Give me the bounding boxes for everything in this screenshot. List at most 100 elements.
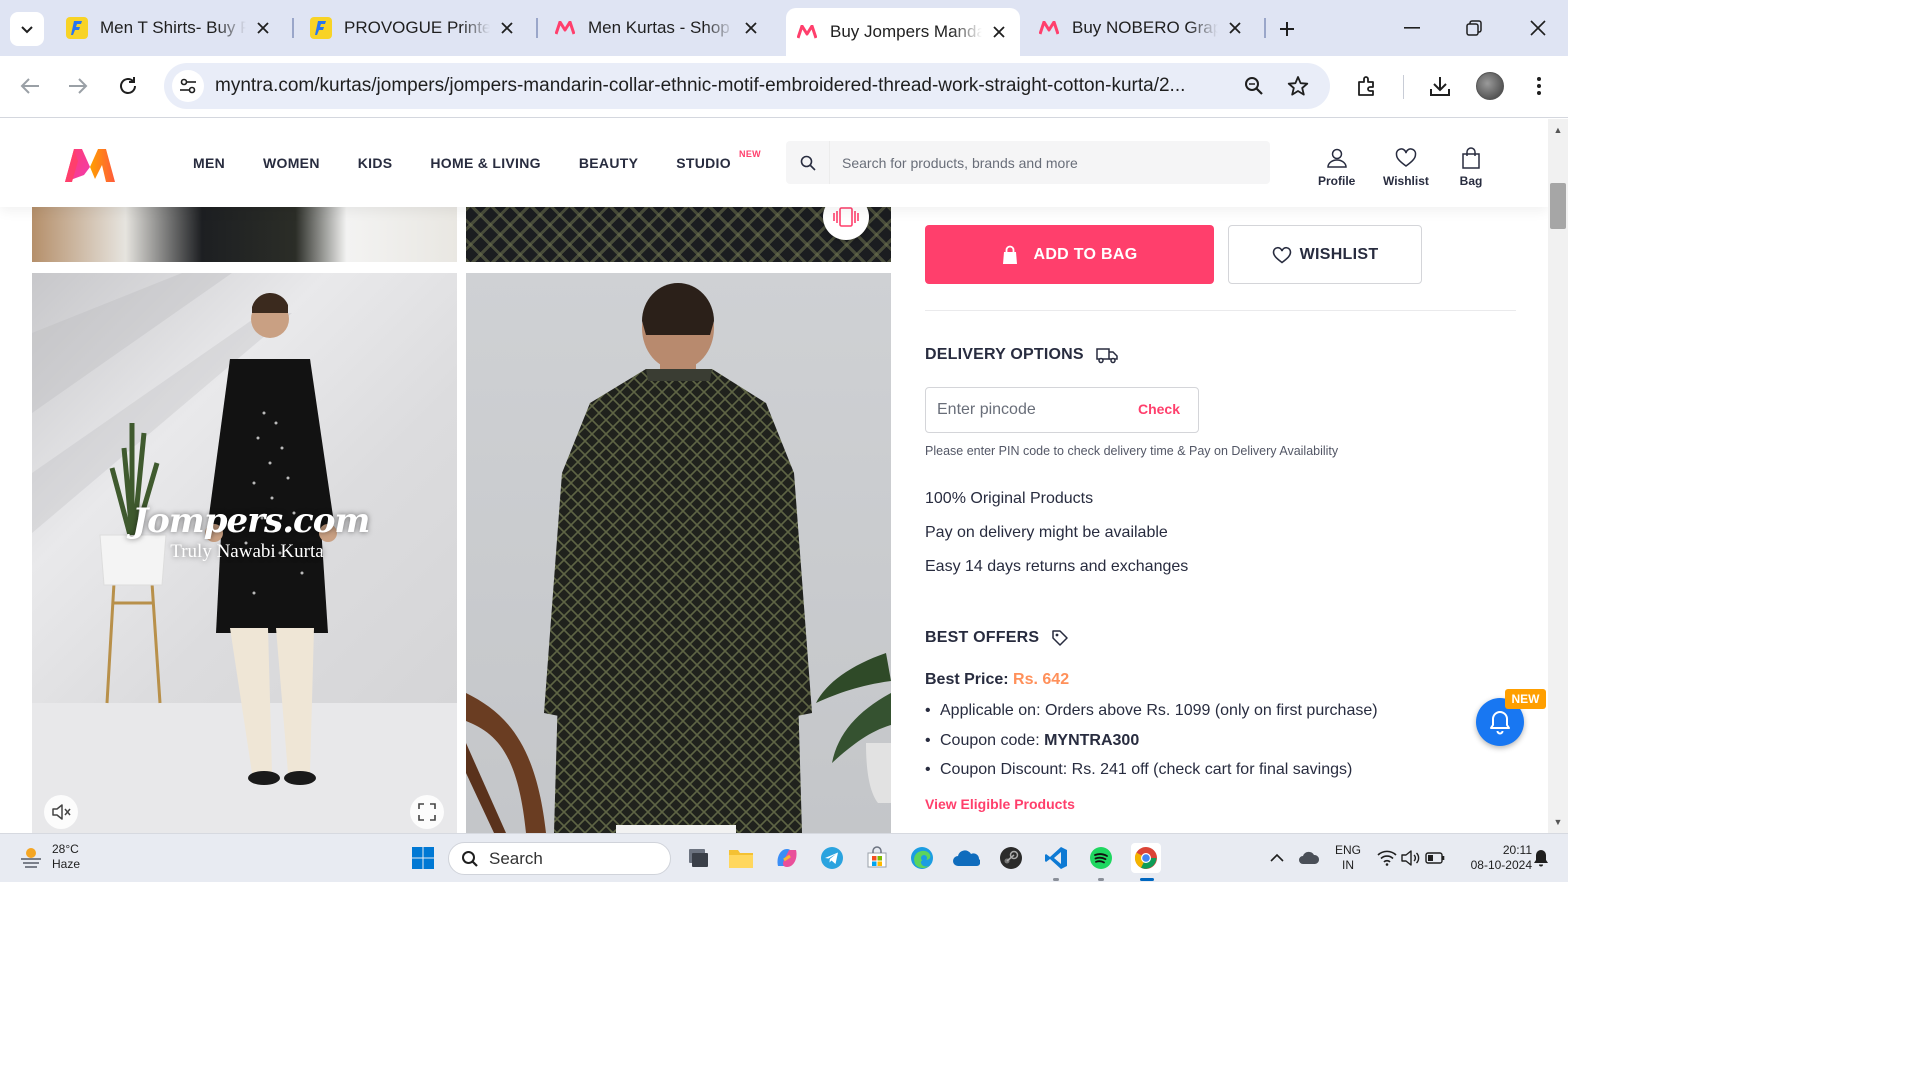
- telegram-icon[interactable]: [817, 843, 847, 873]
- wishlist-header-button[interactable]: Wishlist: [1383, 147, 1429, 188]
- vscode-icon[interactable]: [1041, 843, 1071, 873]
- list-item: • Coupon Discount: Rs. 241 off (check car…: [925, 761, 1353, 778]
- heart-icon: [1272, 246, 1292, 264]
- mute-button[interactable]: [44, 795, 78, 829]
- bookmark-star-icon[interactable]: [1286, 74, 1310, 98]
- new-tab-button[interactable]: [1272, 14, 1302, 44]
- tag-icon: [1051, 629, 1069, 647]
- notification-icon[interactable]: [1526, 843, 1556, 873]
- tab-men-kurtas[interactable]: Men Kurtas - Shop Online: [544, 8, 772, 48]
- arrow-left-icon: [20, 78, 39, 94]
- task-view-icon[interactable]: [683, 843, 713, 873]
- search-icon[interactable]: [786, 141, 830, 184]
- chrome-icon[interactable]: [1131, 843, 1161, 873]
- arrow-right-icon: [69, 78, 88, 94]
- product-image-1[interactable]: [32, 199, 457, 262]
- taskbar-search[interactable]: Search: [448, 842, 671, 875]
- nav-studio[interactable]: STUDIO NEW: [676, 149, 760, 171]
- close-tab-icon[interactable]: [252, 17, 274, 39]
- delivery-options-heading: DELIVERY OPTIONS: [925, 346, 1118, 364]
- steam-icon[interactable]: [996, 843, 1026, 873]
- close-tab-icon[interactable]: [988, 21, 1010, 43]
- running-indicator: [1098, 878, 1104, 881]
- wishlist-button[interactable]: WISHLIST: [1228, 225, 1422, 284]
- address-bar[interactable]: myntra.com/kurtas/jompers/jompers-mandar…: [164, 63, 1330, 109]
- tab-men-tshirts[interactable]: Men T Shirts- Buy Products Online: [56, 8, 284, 48]
- site-header: MEN WOMEN KIDS HOME & LIVING BEAUTY STUD…: [0, 119, 1548, 207]
- nav-men[interactable]: MEN: [193, 155, 225, 171]
- add-to-bag-button[interactable]: ADD TO BAG: [925, 225, 1214, 284]
- forward-button[interactable]: [61, 69, 95, 103]
- reload-icon: [120, 77, 136, 94]
- search-icon: [462, 850, 478, 867]
- profile-avatar[interactable]: [1476, 72, 1504, 100]
- tab-provogue[interactable]: PROVOGUE Printed Men Round Neck: [300, 8, 528, 48]
- page-scrollbar[interactable]: ▲ ▼: [1548, 119, 1568, 833]
- url-text[interactable]: myntra.com/kurtas/jompers/jompers-mandar…: [215, 75, 1229, 97]
- cloud-icon[interactable]: [1294, 843, 1324, 873]
- nav-women[interactable]: WOMEN: [263, 155, 320, 171]
- minimize-button[interactable]: [1392, 10, 1432, 46]
- spotify-icon[interactable]: [1086, 843, 1116, 873]
- weather-widget[interactable]: 28°C Haze: [18, 842, 80, 872]
- myntra-icon: [796, 21, 818, 43]
- bag-button[interactable]: Bag: [1459, 147, 1483, 188]
- microsoft-store-icon[interactable]: [862, 843, 892, 873]
- product-image-back[interactable]: [466, 273, 891, 833]
- view-eligible-products-link[interactable]: View Eligible Products: [925, 796, 1075, 812]
- tab-jompers-active[interactable]: Buy Jompers Mandarin Collar: [786, 8, 1020, 56]
- language-indicator[interactable]: ENG IN: [1330, 843, 1366, 873]
- profile-button[interactable]: Profile: [1318, 147, 1355, 188]
- restore-button[interactable]: [1454, 10, 1494, 46]
- nav-home-living[interactable]: HOME & LIVING: [430, 155, 540, 171]
- nav-kids[interactable]: KIDS: [358, 155, 393, 171]
- more-menu-icon[interactable]: [1524, 71, 1554, 101]
- clock[interactable]: 20:11 08-10-2024: [1452, 843, 1532, 873]
- site-info-button[interactable]: [172, 70, 204, 102]
- wishlist-label: Wishlist: [1383, 174, 1429, 188]
- scroll-down-icon[interactable]: ▼: [1553, 817, 1563, 827]
- copilot-icon[interactable]: [772, 843, 802, 873]
- profile-label: Profile: [1318, 174, 1356, 188]
- page-viewport: MEN WOMEN KIDS HOME & LIVING BEAUTY STUD…: [0, 119, 1548, 833]
- flipkart-icon: [310, 17, 332, 39]
- close-tab-icon[interactable]: [496, 17, 518, 39]
- myntra-logo[interactable]: [62, 145, 118, 185]
- extensions-icon[interactable]: [1352, 71, 1382, 101]
- taskbar-search-label: Search: [489, 848, 543, 868]
- scroll-up-icon[interactable]: ▲: [1553, 125, 1563, 135]
- tab-nobero[interactable]: Buy NOBERO Graphic Printed: [1028, 8, 1256, 48]
- scrollbar-thumb[interactable]: [1550, 183, 1566, 229]
- search-page-icon[interactable]: [1242, 74, 1266, 98]
- pincode-form: Check: [925, 387, 1199, 433]
- chevron-up-icon[interactable]: [1262, 843, 1292, 873]
- edge-browser-icon[interactable]: [907, 843, 937, 873]
- bag-icon: [1459, 147, 1483, 169]
- check-pincode-button[interactable]: Check: [1138, 401, 1180, 417]
- running-indicator: [1053, 878, 1059, 881]
- onedrive-icon[interactable]: [951, 843, 981, 873]
- battery-icon[interactable]: [1420, 843, 1450, 873]
- coupon-code-value: MYNTRA300: [1044, 731, 1140, 749]
- tab-separator: [536, 18, 538, 38]
- chevron-down-icon: [21, 26, 33, 34]
- flipkart-icon: [66, 17, 88, 39]
- search-input[interactable]: [830, 141, 1260, 184]
- fullscreen-button[interactable]: [410, 795, 444, 829]
- file-explorer-icon[interactable]: [726, 843, 756, 873]
- pincode-input[interactable]: [926, 388, 1126, 432]
- tab-search-button[interactable]: [10, 12, 44, 46]
- back-button[interactable]: [13, 69, 47, 103]
- windows-start-icon[interactable]: [408, 843, 438, 873]
- user-icon: [1325, 147, 1349, 169]
- close-tab-icon[interactable]: [740, 17, 762, 39]
- download-icon[interactable]: [1425, 71, 1455, 101]
- assurance-pay-on-delivery: Pay on delivery might be available: [925, 524, 1168, 541]
- close-window-button[interactable]: [1518, 10, 1558, 46]
- product-video[interactable]: Jompers.com Truly Nawabi Kurta: [32, 273, 457, 833]
- close-tab-icon[interactable]: [1224, 17, 1246, 39]
- language-code: ENG: [1334, 843, 1361, 857]
- notification-new-badge: NEW: [1505, 689, 1546, 709]
- nav-beauty[interactable]: BEAUTY: [579, 155, 638, 171]
- reload-button[interactable]: [111, 69, 145, 103]
